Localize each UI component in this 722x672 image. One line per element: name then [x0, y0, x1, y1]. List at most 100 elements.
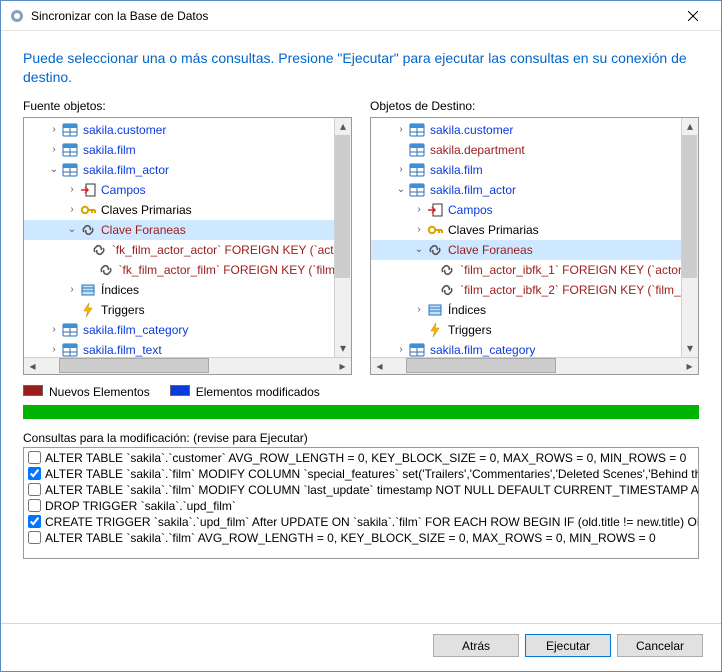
tree-row[interactable]: ›Claves Primarias [24, 200, 351, 220]
scroll-right-icon[interactable]: ▸ [681, 357, 698, 374]
query-checkbox[interactable] [28, 531, 41, 544]
tree-row[interactable]: ›Claves Primarias [371, 220, 698, 240]
chevron-down-icon[interactable]: ⌄ [48, 164, 60, 175]
tree-row[interactable]: ›sakila.film_category [371, 340, 698, 357]
scroll-thumb[interactable] [406, 358, 556, 373]
tree-node-label: sakila.customer [81, 123, 166, 137]
target-tree[interactable]: ›sakila.customersakila.department›sakila… [370, 117, 699, 375]
query-row[interactable]: DROP TRIGGER `sakila`.`upd_film` [26, 498, 696, 514]
table-icon [62, 342, 78, 357]
tree-row[interactable]: ›sakila.film_text [24, 340, 351, 357]
progress-bar [23, 405, 699, 419]
scroll-up-icon[interactable]: ▴ [682, 118, 698, 135]
queries-label: Consultas para la modificación: (revise … [1, 431, 721, 447]
tree-row[interactable]: `film_actor_ibfk_2` FOREIGN KEY (`film_i… [371, 280, 698, 300]
scrollbar-vertical[interactable]: ▴ ▾ [334, 118, 351, 357]
scroll-up-icon[interactable]: ▴ [335, 118, 351, 135]
tree-row[interactable]: › sakila.customer [24, 120, 351, 140]
back-button[interactable]: Atrás [433, 634, 519, 657]
close-button[interactable] [673, 2, 713, 30]
tree-node-label: Campos [99, 183, 146, 197]
chevron-right-icon[interactable]: › [66, 204, 78, 215]
index-icon [80, 282, 96, 298]
chevron-right-icon[interactable]: › [413, 304, 425, 315]
chevron-down-icon[interactable]: ⌄ [413, 244, 425, 255]
tree-node-label: Triggers [446, 323, 492, 337]
query-checkbox[interactable] [28, 467, 41, 480]
fk-icon [439, 282, 455, 298]
tree-row[interactable]: Triggers [371, 320, 698, 340]
tree-row[interactable]: ›sakila.customer [371, 120, 698, 140]
table-icon [62, 122, 78, 138]
scroll-left-icon[interactable]: ◂ [24, 357, 41, 374]
tree-node-label: sakila.film [428, 163, 483, 177]
chevron-down-icon[interactable]: ⌄ [66, 224, 78, 235]
tree-row[interactable]: ›Campos [371, 200, 698, 220]
dialog-window: Sincronizar con la Base de Datos Puede s… [0, 0, 722, 672]
chevron-right-icon[interactable]: › [48, 144, 60, 155]
query-row[interactable]: ALTER TABLE `sakila`.`film` AVG_ROW_LENG… [26, 530, 696, 546]
chevron-right-icon[interactable]: › [395, 124, 407, 135]
fields-icon [427, 202, 443, 218]
table-icon [62, 142, 78, 158]
tree-row[interactable]: ›sakila.film_category [24, 320, 351, 340]
table-icon [409, 182, 425, 198]
tree-row[interactable]: ›sakila.film [24, 140, 351, 160]
tree-row[interactable]: Triggers [24, 300, 351, 320]
tree-row[interactable]: › Campos [24, 180, 351, 200]
query-text: ALTER TABLE `sakila`.`film` MODIFY COLUM… [45, 483, 699, 497]
tree-row[interactable]: `film_actor_ibfk_1` FOREIGN KEY (`actor_… [371, 260, 698, 280]
scroll-thumb[interactable] [335, 135, 350, 278]
query-checkbox[interactable] [28, 499, 41, 512]
chevron-right-icon[interactable]: › [395, 344, 407, 355]
cancel-button[interactable]: Cancelar [617, 634, 703, 657]
chevron-right-icon[interactable]: › [395, 164, 407, 175]
scrollbar-horizontal[interactable]: ◂ ▸ [371, 357, 698, 374]
tree-row[interactable]: `fk_film_actor_film` FOREIGN KEY (`film_… [24, 260, 351, 280]
chevron-right-icon[interactable]: › [66, 184, 78, 195]
queries-list[interactable]: ALTER TABLE `sakila`.`customer` AVG_ROW_… [23, 447, 699, 559]
tree-row[interactable]: › sakila.film [371, 160, 698, 180]
legend-new: Nuevos Elementos [23, 385, 150, 399]
tree-row[interactable]: ›Índices [371, 300, 698, 320]
tree-node-label: Clave Foraneas [99, 223, 186, 237]
chevron-down-icon[interactable]: ⌄ [395, 184, 407, 195]
scroll-down-icon[interactable]: ▾ [335, 340, 351, 357]
legend: Nuevos Elementos Elementos modificados [1, 381, 721, 405]
query-row[interactable]: ALTER TABLE `sakila`.`film` MODIFY COLUM… [26, 466, 696, 482]
scroll-right-icon[interactable]: ▸ [334, 357, 351, 374]
tree-row[interactable]: ⌄ Clave Foraneas [24, 220, 351, 240]
titlebar[interactable]: Sincronizar con la Base de Datos [1, 1, 721, 31]
source-tree[interactable]: › sakila.customer ›sakila.film⌄sakila.film… [23, 117, 352, 375]
query-row[interactable]: ALTER TABLE `sakila`.`film` MODIFY COLUM… [26, 482, 696, 498]
scroll-thumb[interactable] [682, 135, 697, 278]
query-checkbox[interactable] [28, 451, 41, 464]
chevron-right-icon[interactable]: › [413, 204, 425, 215]
query-checkbox[interactable] [28, 515, 41, 528]
tree-row[interactable]: sakila.department [371, 140, 698, 160]
scroll-thumb[interactable] [59, 358, 209, 373]
chevron-right-icon[interactable]: › [48, 344, 60, 355]
app-icon [9, 8, 25, 24]
tree-row[interactable]: ⌄Clave Foraneas [371, 240, 698, 260]
chevron-right-icon[interactable]: › [413, 224, 425, 235]
tree-node-label: sakila.department [428, 143, 525, 157]
chevron-right-icon[interactable]: › [66, 284, 78, 295]
scroll-left-icon[interactable]: ◂ [371, 357, 388, 374]
tree-row[interactable]: `fk_film_actor_actor` FOREIGN KEY (`acto… [24, 240, 351, 260]
query-checkbox[interactable] [28, 483, 41, 496]
chevron-right-icon[interactable]: › [48, 124, 60, 135]
tree-row[interactable]: ⌄sakila.film_actor [24, 160, 351, 180]
footer: Atrás Ejecutar Cancelar [1, 624, 721, 671]
query-row[interactable]: CREATE TRIGGER `sakila`.`upd_film` After… [26, 514, 696, 530]
scrollbar-horizontal[interactable]: ◂ ▸ [24, 357, 351, 374]
scroll-down-icon[interactable]: ▾ [682, 340, 698, 357]
execute-button[interactable]: Ejecutar [525, 634, 611, 657]
scrollbar-vertical[interactable]: ▴ ▾ [681, 118, 698, 357]
tree-row[interactable]: ›Índices [24, 280, 351, 300]
query-text: ALTER TABLE `sakila`.`film` MODIFY COLUM… [45, 467, 699, 481]
query-text: ALTER TABLE `sakila`.`film` AVG_ROW_LENG… [45, 531, 656, 545]
chevron-right-icon[interactable]: › [48, 324, 60, 335]
query-row[interactable]: ALTER TABLE `sakila`.`customer` AVG_ROW_… [26, 450, 696, 466]
tree-row[interactable]: ⌄sakila.film_actor [371, 180, 698, 200]
